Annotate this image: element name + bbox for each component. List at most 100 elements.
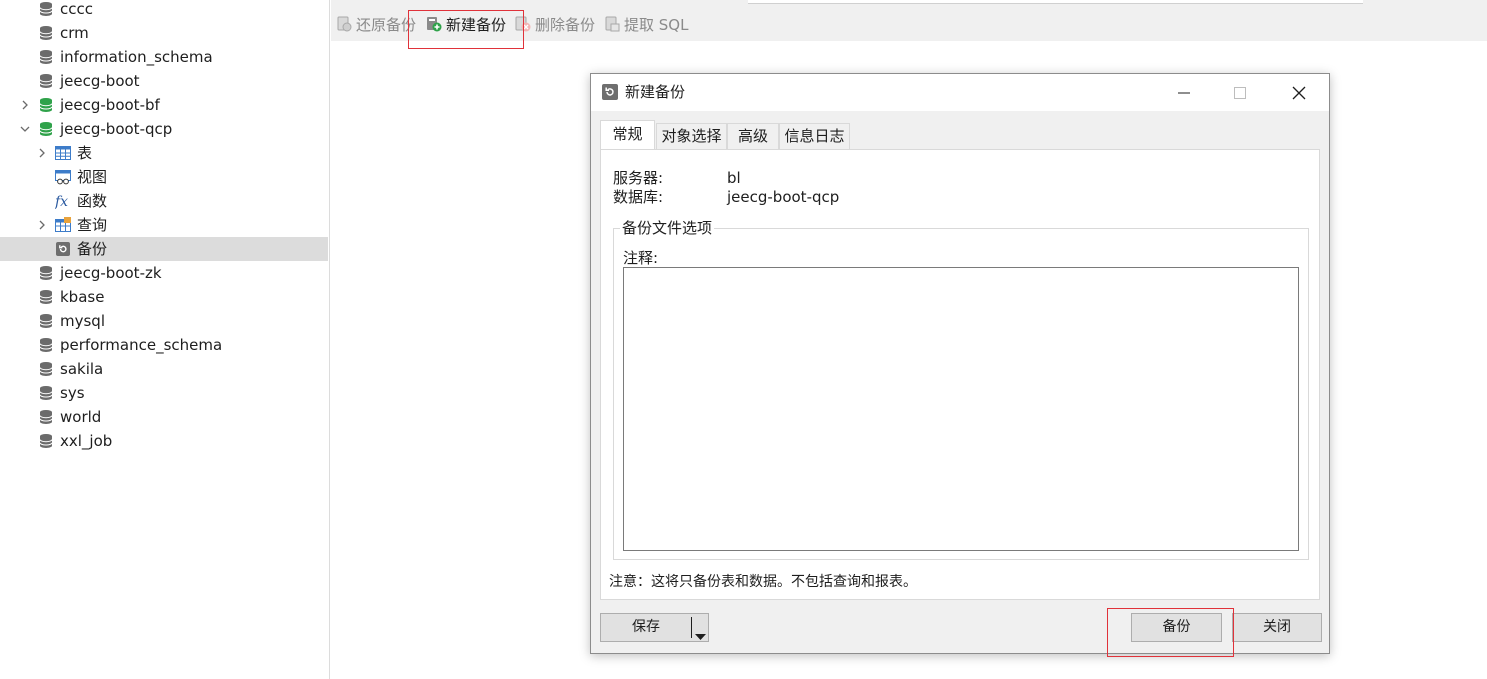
minimize-icon[interactable] bbox=[1173, 82, 1195, 104]
restore-backup-button[interactable]: 还原备份 bbox=[336, 12, 416, 36]
database-icon bbox=[38, 313, 54, 329]
backup-icon bbox=[55, 241, 71, 257]
tree-item-label: 备份 bbox=[77, 240, 108, 258]
tree-child-view[interactable]: 视图 bbox=[0, 165, 328, 189]
new-backup-dialog: 新建备份 常规 对象选择 高级 信息日志 服务器: bl 数据库: jeecg-… bbox=[590, 73, 1330, 654]
tree-item-label: xxl_job bbox=[60, 432, 113, 450]
tree-db-xxl-job[interactable]: xxl_job bbox=[0, 429, 328, 453]
database-icon bbox=[38, 385, 54, 401]
tree-db-sakila[interactable]: sakila bbox=[0, 357, 328, 381]
tree-child-query[interactable]: 查询 bbox=[0, 213, 328, 237]
tree-item-label: 查询 bbox=[77, 216, 108, 234]
database-icon bbox=[38, 49, 54, 65]
database-icon bbox=[38, 121, 54, 137]
chevron-right-icon[interactable] bbox=[37, 220, 47, 230]
chevron-right-icon[interactable] bbox=[37, 148, 47, 158]
tree-item-label: jeecg-boot-qcp bbox=[60, 120, 173, 138]
toolbar-top-edge bbox=[748, 0, 1363, 4]
database-label: 数据库: bbox=[613, 188, 664, 206]
function-icon: fx bbox=[55, 193, 71, 209]
view-icon bbox=[55, 169, 71, 185]
database-icon bbox=[38, 73, 54, 89]
extract-sql-icon bbox=[604, 16, 620, 32]
comment-label: 注释: bbox=[623, 249, 659, 267]
database-icon bbox=[38, 433, 54, 449]
general-tab-panel: 服务器: bl 数据库: jeecg-boot-qcp 备份文件选项 注释: 注… bbox=[600, 149, 1320, 600]
tree-child-table[interactable]: 表 bbox=[0, 141, 328, 165]
comment-textarea[interactable] bbox=[623, 267, 1299, 551]
query-icon bbox=[55, 217, 71, 233]
svg-text:fx: fx bbox=[55, 194, 68, 209]
new-backup-highlight-box bbox=[408, 10, 524, 49]
tree-item-label: kbase bbox=[60, 288, 105, 306]
dialog-title: 新建备份 bbox=[625, 83, 686, 101]
backup-file-options-group: 备份文件选项 注释: bbox=[613, 218, 1309, 560]
restore-backup-label: 还原备份 bbox=[356, 15, 417, 34]
tree-item-label: cccc bbox=[60, 0, 93, 18]
tab-general[interactable]: 常规 bbox=[600, 120, 655, 150]
tree-item-label: jeecg-boot bbox=[60, 72, 140, 90]
extract-sql-label: 提取 SQL bbox=[624, 15, 689, 34]
database-icon bbox=[38, 289, 54, 305]
database-icon bbox=[38, 337, 54, 353]
table-icon bbox=[55, 145, 71, 161]
tree-item-label: 表 bbox=[77, 144, 93, 162]
server-label: 服务器: bbox=[613, 169, 664, 187]
dialog-titlebar: 新建备份 bbox=[591, 74, 1329, 111]
dropdown-arrow-icon[interactable] bbox=[695, 624, 706, 651]
tree-db-jeecg-boot-zk[interactable]: jeecg-boot-zk bbox=[0, 261, 328, 285]
tree-item-label: performance_schema bbox=[60, 336, 223, 354]
tree-item-label: 视图 bbox=[77, 168, 108, 186]
database-value: jeecg-boot-qcp bbox=[727, 188, 840, 206]
tree-db-information-schema[interactable]: information_schema bbox=[0, 45, 328, 69]
tree-item-label: sys bbox=[60, 384, 85, 402]
extract-sql-button[interactable]: 提取 SQL bbox=[604, 12, 688, 36]
tree-item-label: jeecg-boot-bf bbox=[60, 96, 160, 114]
database-icon bbox=[38, 361, 54, 377]
database-icon bbox=[38, 1, 54, 17]
tree-item-label: sakila bbox=[60, 360, 104, 378]
tree-db-jeecg-boot-qcp[interactable]: jeecg-boot-qcp bbox=[0, 117, 328, 141]
tree-item-label: 函数 bbox=[77, 192, 108, 210]
note-text: 注意：这将只备份表和数据。不包括查询和报表。 bbox=[609, 574, 917, 590]
save-button-label: 保存 bbox=[632, 619, 660, 635]
close-button[interactable]: 关闭 bbox=[1232, 613, 1322, 642]
tree-item-label: information_schema bbox=[60, 48, 213, 66]
split-divider bbox=[691, 617, 692, 638]
tree-child-function[interactable]: fx 函数 bbox=[0, 189, 328, 213]
tree-item-label: crm bbox=[60, 24, 89, 42]
chevron-down-icon[interactable] bbox=[20, 124, 30, 134]
tree-db-kbase[interactable]: kbase bbox=[0, 285, 328, 309]
close-icon[interactable] bbox=[1288, 82, 1310, 104]
tree-item-label: world bbox=[60, 408, 102, 426]
tab-message-log[interactable]: 信息日志 bbox=[779, 123, 850, 149]
delete-backup-label: 删除备份 bbox=[535, 15, 596, 34]
tree-item-label: jeecg-boot-zk bbox=[60, 264, 162, 282]
tree-db-world[interactable]: world bbox=[0, 405, 328, 429]
restore-backup-icon bbox=[336, 16, 352, 32]
database-icon bbox=[38, 97, 54, 113]
database-icon bbox=[38, 25, 54, 41]
group-title: 备份文件选项 bbox=[620, 218, 715, 238]
server-value: bl bbox=[727, 169, 741, 187]
save-split-button[interactable]: 保存 bbox=[600, 613, 709, 642]
tree-db-sys[interactable]: sys bbox=[0, 381, 328, 405]
database-icon bbox=[38, 265, 54, 281]
database-icon bbox=[38, 409, 54, 425]
backup-button-highlight-box bbox=[1107, 608, 1234, 657]
tree-db-mysql[interactable]: mysql bbox=[0, 309, 328, 333]
tree-db-jeecg-boot-bf[interactable]: jeecg-boot-bf bbox=[0, 93, 328, 117]
delete-backup-button[interactable]: 删除备份 bbox=[515, 12, 595, 36]
tree-db-jeecg-boot[interactable]: jeecg-boot bbox=[0, 69, 328, 93]
tab-advanced[interactable]: 高级 bbox=[727, 123, 779, 149]
chevron-right-icon[interactable] bbox=[20, 100, 30, 110]
tab-object-selection[interactable]: 对象选择 bbox=[656, 123, 727, 149]
maximize-icon[interactable] bbox=[1229, 82, 1251, 104]
backup-icon bbox=[601, 83, 619, 101]
tree-db-cccc[interactable]: cccc bbox=[0, 0, 328, 21]
tree-item-label: mysql bbox=[60, 312, 105, 330]
tree-db-performance-schema[interactable]: performance_schema bbox=[0, 333, 328, 357]
tree-child-backup[interactable]: 备份 bbox=[0, 237, 328, 261]
tree-db-crm[interactable]: crm bbox=[0, 21, 328, 45]
object-tree-sidebar: cccc crm information_schema jeecg-boot j… bbox=[0, 0, 330, 679]
